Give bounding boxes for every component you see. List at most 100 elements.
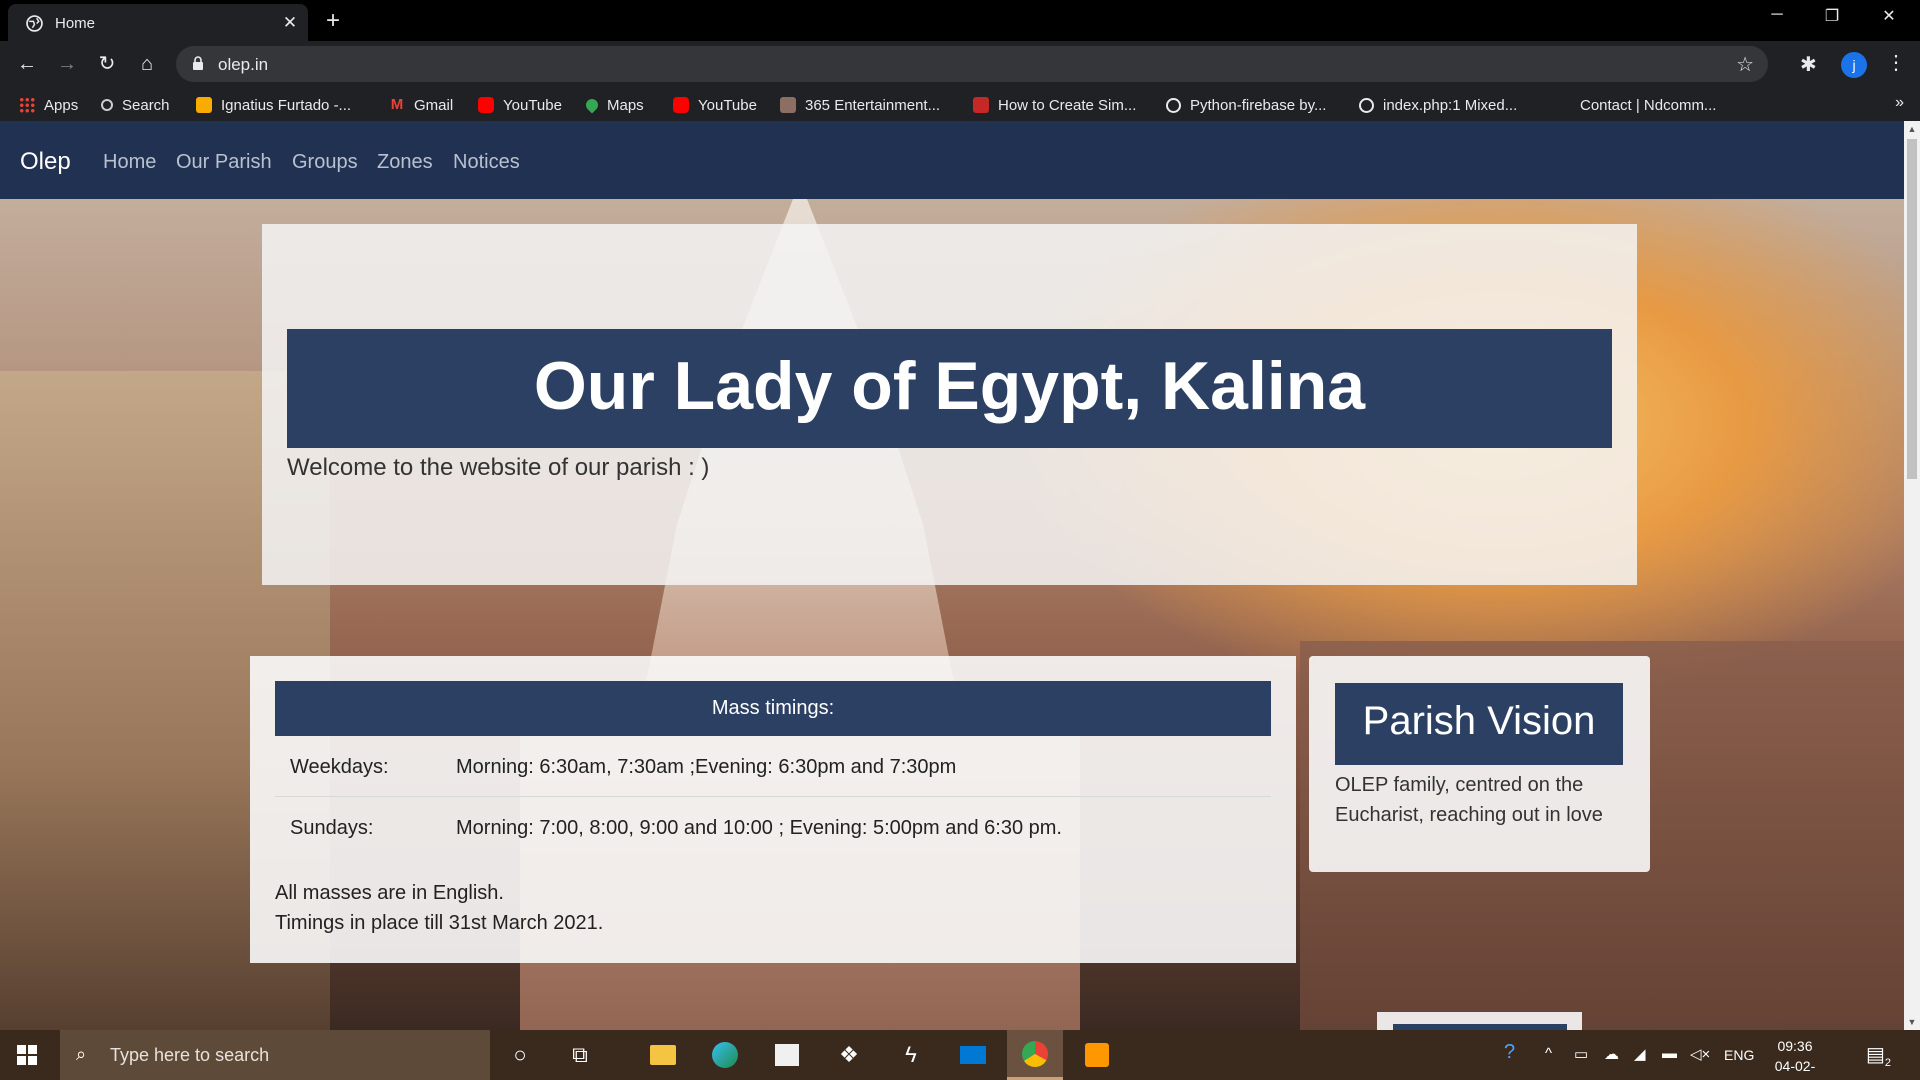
browser-toolbar: ← → ↻ ⌂ olep.in ☆ ✱ j ⋮ [0,41,1920,88]
hero-subtitle: Welcome to the website of our parish : ) [287,454,710,481]
maps-pin-icon [583,96,601,114]
chrome-taskbar-icon[interactable] [1007,1030,1063,1080]
parish-vision-text: OLEP family, centred on the Eucharist, r… [1335,774,1603,826]
bookmark-contact[interactable]: Contact | Ndcomm... [1555,95,1716,115]
mass-row-weekdays: Weekdays: Morning: 6:30am, 7:30am ;Eveni… [275,736,1271,796]
scrollbar-thumb[interactable] [1907,139,1917,479]
mail-icon[interactable] [945,1030,1001,1080]
notification-count-badge: 2 [1884,1057,1892,1069]
bookmark-python-firebase[interactable]: Python-firebase by... [1166,95,1326,115]
bookmark-365[interactable]: 365 Entertainment... [780,95,940,115]
dropbox-icon[interactable]: ❖ [821,1030,877,1080]
windows-start-icon[interactable] [17,1045,37,1065]
bookmark-star-icon[interactable]: ☆ [1736,52,1754,77]
taskbar-search-placeholder: Type here to search [110,1045,270,1065]
bookmark-yellow-icon [196,97,212,113]
red-page-icon [973,97,989,113]
bookmark-search[interactable]: Search [101,95,170,115]
taskbar-search-box[interactable]: ⌕ Type here to search [60,1030,490,1080]
page-scrollbar[interactable]: ▲ ▼ [1904,121,1920,1030]
nav-our-parish[interactable]: Our Parish [176,151,272,174]
mass-row-value: Morning: 6:30am, 7:30am ;Evening: 6:30pm… [456,756,957,778]
nav-home[interactable]: Home [103,151,156,174]
site-navbar: Olep Home Our Parish Groups Zones Notice… [0,121,1904,199]
bookmark-apps[interactable]: Apps [19,95,78,115]
microsoft-store-icon[interactable] [759,1030,815,1080]
bookmark-index-php[interactable]: index.php:1 Mixed... [1359,95,1517,115]
lock-icon [193,56,203,70]
mass-row-value: Morning: 7:00, 8:00, 9:00 and 10:00 ; Ev… [456,817,1062,839]
next-card-partial [1377,1012,1582,1030]
address-bar[interactable]: olep.in ☆ [176,46,1768,82]
browser-tab-home[interactable]: Home ✕ [8,4,308,41]
blank-icon [1555,97,1571,113]
mass-row-label: Weekdays: [290,756,389,778]
restore-window-button[interactable]: ❐ [1809,6,1855,26]
scroll-down-arrow-icon[interactable]: ▼ [1904,1014,1920,1030]
tray-device-icon[interactable]: ▭ [1574,1045,1588,1063]
tab-title: Home [55,15,96,32]
youtube-icon [478,97,494,113]
mass-row-sundays: Sundays: Morning: 7:00, 8:00, 9:00 and 1… [275,797,1271,857]
mass-timings-heading: Mass timings: [275,681,1271,736]
mass-timings-card: Mass timings: Weekdays: Morning: 6:30am,… [250,656,1296,963]
bookmarks-bar: Apps Search Ignatius Furtado -... M Gmai… [0,88,1920,121]
new-tab-button[interactable]: + [326,7,340,35]
globe-icon [1359,97,1374,113]
help-tips-icon[interactable]: ? [1504,1041,1515,1064]
show-hidden-icons-chevron-icon[interactable]: ^ [1545,1045,1552,1062]
browser-menu-icon[interactable]: ⋮ [1886,50,1906,75]
globe-icon [26,15,43,32]
365-icon [780,97,796,113]
bookmark-maps[interactable]: Maps [583,95,644,115]
browser-tab-strip: Home ✕ + ─ ❐ ✕ [0,0,1920,41]
more-bookmarks-icon[interactable]: » [1895,94,1904,112]
forward-button[interactable]: → [53,51,81,79]
minimize-window-button[interactable]: ─ [1754,6,1800,24]
close-window-button[interactable]: ✕ [1866,6,1912,26]
parish-vision-heading: Parish Vision [1335,683,1623,765]
bookmark-ignatius[interactable]: Ignatius Furtado -... [196,95,351,115]
windows-taskbar: ⌕ Type here to search ○ ⧉ ❖ ϟ ? ^ ▭ ☁ ◢ … [0,1030,1920,1080]
sublime-text-icon[interactable] [1069,1030,1125,1080]
extensions-puzzle-icon[interactable]: ✱ [1800,52,1817,77]
file-explorer-icon[interactable] [635,1030,691,1080]
mass-language-note: All masses are in English. [275,882,504,904]
mass-row-label: Sundays: [290,817,374,839]
nav-groups[interactable]: Groups [292,151,358,174]
wifi-icon[interactable]: ◢ [1634,1045,1646,1063]
action-center-icon[interactable]: ▤2 [1866,1042,1891,1069]
back-button[interactable]: ← [13,51,41,79]
edge-browser-icon[interactable] [697,1030,753,1080]
youtube-icon [673,97,689,113]
nav-notices[interactable]: Notices [453,151,520,174]
volume-muted-icon[interactable]: ◁× [1690,1045,1710,1063]
task-view-icon[interactable]: ⧉ [552,1030,608,1080]
page-title: Our Lady of Egypt, Kalina [533,348,1366,424]
search-icon [101,99,113,111]
page-viewport: Olep Home Our Parish Groups Zones Notice… [0,121,1920,1030]
nav-zones[interactable]: Zones [377,151,433,174]
bookmark-gmail[interactable]: M Gmail [389,95,453,115]
input-language-indicator[interactable]: ENG [1724,1047,1754,1063]
close-tab-icon[interactable]: ✕ [280,13,300,33]
site-brand[interactable]: Olep [20,148,71,176]
lightning-app-icon[interactable]: ϟ [883,1030,939,1080]
clock-date: 04-02-2021 [1774,1058,1816,1080]
clock-time: 09:36 [1777,1038,1813,1054]
reload-button[interactable]: ↻ [93,51,121,79]
cortana-icon[interactable]: ○ [492,1030,548,1080]
taskbar-clock[interactable]: 09:36 04-02-2021 [1760,1036,1830,1080]
bookmark-youtube-1[interactable]: YouTube [478,95,562,115]
bookmark-how-to-create[interactable]: How to Create Sim... [973,95,1136,115]
mass-validity-note: Timings in place till 31st March 2021. [275,912,604,934]
globe-icon [1166,97,1181,113]
profile-avatar[interactable]: j [1841,52,1867,78]
battery-icon[interactable]: ▬ [1662,1045,1677,1062]
hero-jumbotron: Our Lady of Egypt, Kalina Welcome to the… [262,224,1637,585]
home-button[interactable]: ⌂ [133,51,161,79]
parish-vision-card: Parish Vision OLEP family, centred on th… [1309,656,1650,872]
scroll-up-arrow-icon[interactable]: ▲ [1904,121,1920,137]
bookmark-youtube-2[interactable]: YouTube [673,95,757,115]
onedrive-cloud-icon[interactable]: ☁ [1604,1045,1619,1063]
